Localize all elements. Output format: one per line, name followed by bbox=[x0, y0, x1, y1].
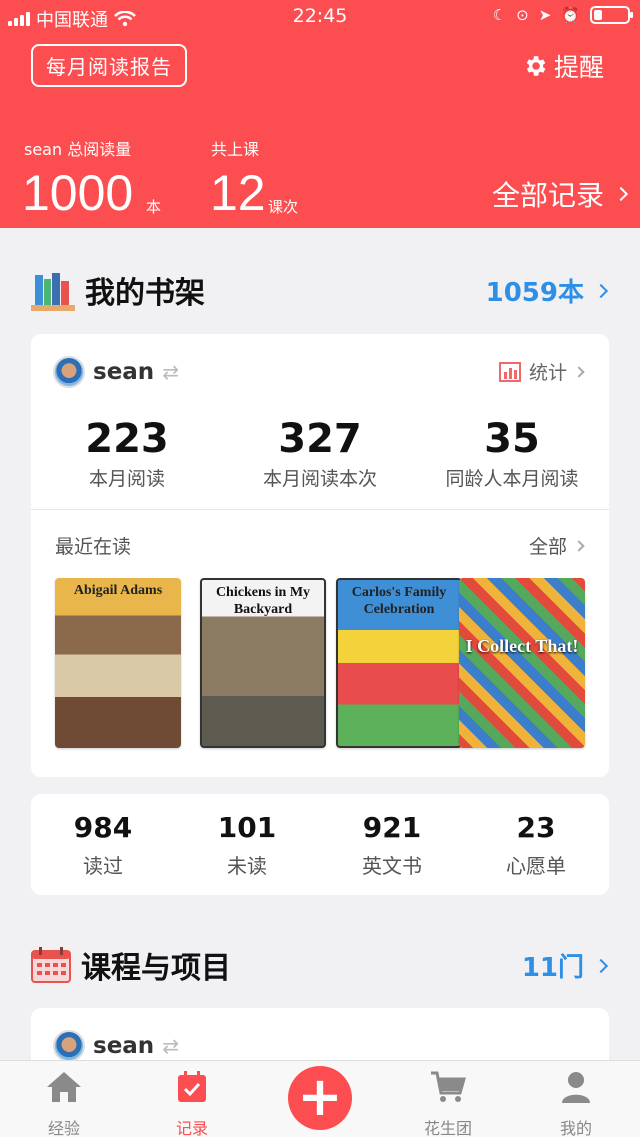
stat-label: 同龄人本月阅读 bbox=[445, 468, 579, 490]
chevron-right-icon bbox=[593, 283, 609, 298]
count-english-books[interactable]: 921 英文书 bbox=[320, 812, 464, 879]
battery-icon bbox=[590, 6, 633, 24]
bookshelf-count: 1059本 bbox=[485, 278, 584, 308]
stat-monthly-reading-times: 327 本月阅读本次 bbox=[224, 416, 416, 491]
total-reading-label: sean 总阅读量 bbox=[24, 140, 132, 159]
add-button[interactable]: + bbox=[288, 1066, 352, 1130]
alarm-icon: ⏰ bbox=[561, 6, 580, 24]
chevron-right-icon bbox=[613, 186, 629, 202]
courses-title: 课程与项目 bbox=[31, 943, 231, 987]
switch-icon: ⇄ bbox=[162, 1034, 179, 1058]
stat-monthly-reading: 223 本月阅读 bbox=[31, 416, 223, 491]
home-icon bbox=[47, 1072, 81, 1102]
count-label: 英文书 bbox=[362, 854, 422, 878]
plus-icon: + bbox=[297, 1065, 343, 1128]
chevron-right-icon bbox=[573, 539, 585, 552]
book-title: Carlos's Family Celebration bbox=[351, 585, 447, 617]
avatar bbox=[53, 356, 85, 388]
count-label: 未读 bbox=[227, 854, 267, 878]
switch-icon: ⇄ bbox=[162, 360, 179, 384]
cart-icon bbox=[431, 1071, 466, 1102]
lessons-value: 12 bbox=[210, 165, 266, 221]
all-label: 全部 bbox=[528, 536, 567, 558]
tab-label: 经验 bbox=[47, 1119, 80, 1137]
tab-me[interactable]: 我的 bbox=[526, 1069, 626, 1137]
all-records-label: 全部记录 bbox=[491, 179, 604, 212]
tab-label: 我的 bbox=[559, 1119, 592, 1137]
lessons-label: 共上课 bbox=[211, 140, 260, 159]
monthly-report-button[interactable]: 每月阅读报告 bbox=[31, 44, 187, 87]
total-reading-value: 1000 bbox=[22, 165, 134, 221]
status-bar: 中国联通 22:45 ☾ ⊙ ➤ ⏰ bbox=[0, 0, 640, 34]
count-value: 23 bbox=[516, 811, 556, 844]
divider bbox=[31, 509, 609, 510]
location-icon: ➤ bbox=[538, 6, 552, 24]
book-cover[interactable]: Chickens in My Backyard bbox=[200, 578, 326, 748]
calendar-icon bbox=[31, 947, 71, 983]
recent-reading-label: 最近在读 bbox=[55, 536, 132, 558]
stat-value: 223 bbox=[85, 416, 169, 462]
bookshelf-card: sean ⇄ 统计 223 本月阅读 327 本月阅读本次 35 同龄人本月阅读… bbox=[31, 334, 609, 777]
bookshelf-title: 我的书架 bbox=[31, 268, 205, 312]
user-icon bbox=[562, 1072, 590, 1103]
count-label: 读过 bbox=[83, 854, 123, 878]
books-icon bbox=[31, 273, 75, 311]
statistics-label: 统计 bbox=[528, 362, 567, 384]
user-name: sean bbox=[93, 359, 155, 385]
all-books-link[interactable]: 全部 bbox=[528, 532, 585, 559]
book-cover[interactable]: Abigail Adams bbox=[55, 578, 181, 748]
book-title: I Collect That! bbox=[465, 636, 579, 656]
calendar-check-icon bbox=[178, 1071, 206, 1102]
courses-title-text: 课程与项目 bbox=[81, 951, 231, 986]
chart-icon bbox=[498, 361, 521, 382]
all-records-link[interactable]: 全部记录 bbox=[491, 174, 629, 214]
chevron-right-icon bbox=[593, 958, 609, 973]
tab-peanut-group[interactable]: 花生团 bbox=[398, 1069, 498, 1137]
count-value: 921 bbox=[362, 811, 422, 844]
recent-books: Abigail Adams Chickens in My Backyard Ca… bbox=[55, 578, 587, 748]
stat-value: 327 bbox=[278, 416, 362, 462]
statistics-link[interactable]: 统计 bbox=[498, 358, 585, 385]
stat-label: 本月阅读 bbox=[88, 468, 165, 490]
lock-rotation-icon: ⊙ bbox=[516, 6, 529, 24]
user-switch[interactable]: sean ⇄ bbox=[53, 1030, 179, 1062]
gear-icon bbox=[526, 56, 546, 76]
count-label: 心愿单 bbox=[506, 854, 566, 878]
stat-value: 35 bbox=[484, 416, 540, 462]
avatar bbox=[53, 1030, 85, 1062]
count-value: 101 bbox=[217, 811, 277, 844]
user-switch[interactable]: sean ⇄ bbox=[53, 356, 179, 388]
stat-label: 本月阅读本次 bbox=[262, 468, 377, 490]
count-value: 984 bbox=[73, 811, 133, 844]
remind-label: 提醒 bbox=[553, 53, 604, 82]
book-cover[interactable]: Carlos's Family Celebration bbox=[336, 578, 462, 748]
remind-button[interactable]: 提醒 bbox=[522, 48, 604, 84]
header: 中国联通 22:45 ☾ ⊙ ➤ ⏰ 每月阅读报告 提醒 sean 总阅读量 1… bbox=[0, 0, 640, 228]
chevron-right-icon bbox=[573, 365, 585, 378]
courses-count-link[interactable]: 11门 bbox=[521, 947, 609, 984]
book-title: Chickens in My Backyard bbox=[215, 585, 311, 617]
count-wishlist[interactable]: 23 心愿单 bbox=[464, 812, 608, 879]
stat-peer-reading: 35 同龄人本月阅读 bbox=[416, 416, 608, 491]
courses-count: 11门 bbox=[521, 953, 584, 983]
user-name: sean bbox=[93, 1033, 155, 1059]
lessons-unit: 课次 bbox=[268, 198, 299, 216]
count-unread[interactable]: 101 未读 bbox=[175, 812, 319, 879]
total-reading-unit: 本 bbox=[146, 198, 162, 216]
tab-experience[interactable]: 经验 bbox=[14, 1069, 114, 1137]
moon-icon: ☾ bbox=[492, 6, 507, 24]
tab-label: 记录 bbox=[175, 1119, 208, 1137]
book-title: Abigail Adams bbox=[73, 583, 163, 598]
bookshelf-count-link[interactable]: 1059本 bbox=[485, 272, 609, 309]
count-read[interactable]: 984 读过 bbox=[31, 812, 175, 879]
book-cover[interactable]: I Collect That! bbox=[459, 578, 585, 748]
tab-records[interactable]: 记录 bbox=[142, 1069, 242, 1137]
tab-label: 花生团 bbox=[423, 1119, 472, 1137]
shelf-counts-card: 984 读过 101 未读 921 英文书 23 心愿单 bbox=[31, 794, 609, 895]
bookshelf-title-text: 我的书架 bbox=[85, 276, 205, 311]
